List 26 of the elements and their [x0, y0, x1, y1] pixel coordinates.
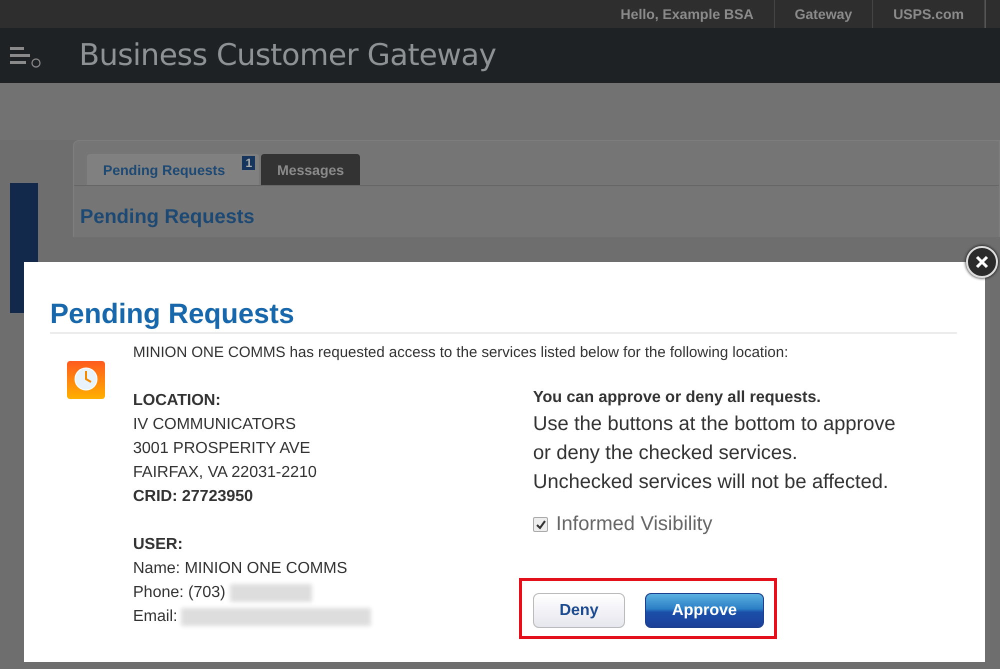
- notice-text: or deny the checked services.: [533, 441, 799, 466]
- location-heading: LOCATION:: [133, 391, 222, 411]
- deny-button[interactable]: Deny: [533, 593, 625, 628]
- intro-text: MINION ONE COMMS has requested access to the services listed below for the following location:: [133, 344, 790, 361]
- clock-icon: [67, 361, 105, 399]
- close-icon: [975, 255, 989, 269]
- approve-button[interactable]: Approve: [645, 593, 764, 628]
- address-line: FAIRFAX, VA 22031-2210: [133, 463, 318, 483]
- site-title: Business Customer Gateway: [79, 38, 496, 73]
- user-heading: USER:: [133, 535, 184, 555]
- user-email: Email:: [133, 608, 178, 625]
- user-name: Name: MINION ONE COMMS: [133, 559, 348, 579]
- notice-text: Use the buttons at the bottom to approve: [533, 412, 896, 437]
- tab[interactable]: Pending Requests 1: [87, 154, 260, 185]
- notice-heading: You can approve or deny all requests.: [533, 389, 822, 407]
- notice-text: Unchecked services will not be affected.: [533, 470, 890, 495]
- dialog-title: Pending Requests: [50, 298, 957, 334]
- address-line: 3001 PROSPERITY AVE: [133, 439, 312, 459]
- tab[interactable]: Messages: [261, 154, 360, 185]
- page-heading: Pending Requests: [79, 205, 256, 230]
- checkbox-label: Informed Visibility: [556, 513, 712, 536]
- address-line: IV COMMUNICATORS: [133, 415, 297, 435]
- user-phone: Phone: (703): [133, 584, 226, 601]
- count-badge: 1: [242, 156, 256, 170]
- checkbox[interactable]: [533, 517, 548, 532]
- crid-text: CRID: 27723950: [133, 487, 254, 507]
